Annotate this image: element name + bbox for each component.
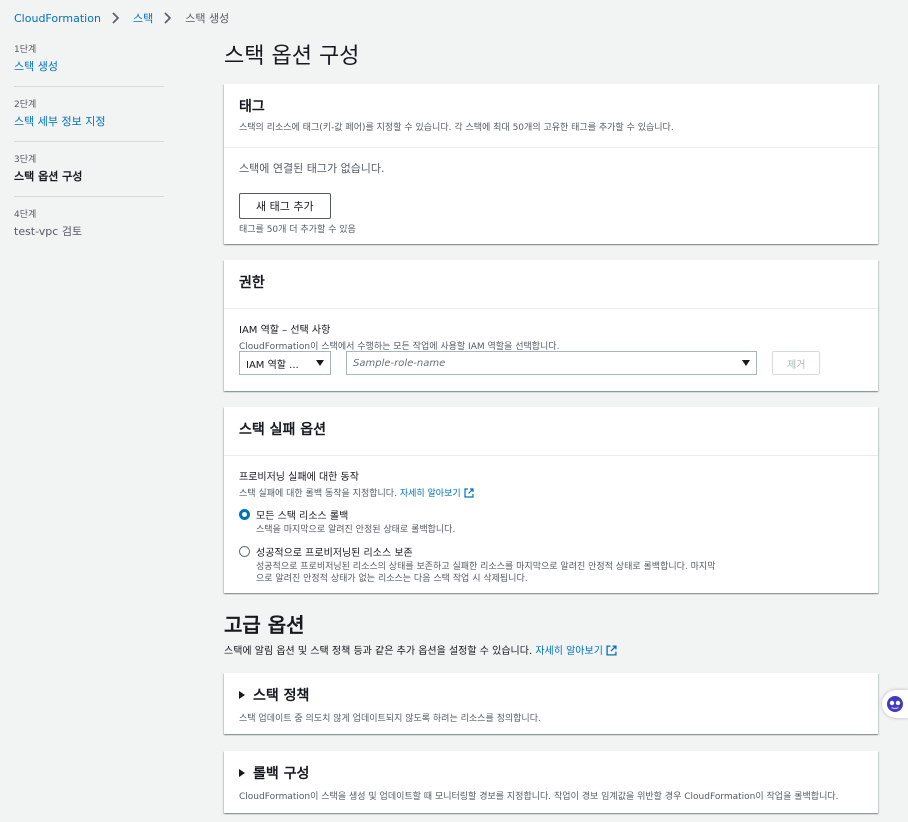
add-tag-button[interactable]: 새 태그 추가: [239, 193, 331, 219]
radio-description: 성공적으로 프로비저닝된 리소스의 상태를 보존하고 실패한 리소스를 마지막으…: [256, 562, 716, 584]
breadcrumb-cloudformation[interactable]: CloudFormation: [14, 12, 101, 25]
step-2: 2단계 스택 세부 정보 지정: [14, 97, 164, 142]
learn-more-text: 자세히 알아보기: [535, 646, 603, 657]
step-number: 4단계: [14, 210, 37, 220]
step-1: 1단계 스택 생성: [14, 42, 164, 87]
failure-behavior-label: 프로비저닝 실패에 대한 동작: [239, 472, 359, 483]
failure-behavior-description: 스택 실패에 대한 롤백 동작을 지정합니다. 자세히 알아보기: [239, 486, 863, 499]
assistant-widget[interactable]: [882, 690, 908, 718]
caret-down-icon: [742, 360, 750, 366]
rollback-config-description: CloudFormation이 스택을 생성 및 업데이트할 때 모니터링할 경…: [239, 792, 839, 802]
stack-policy-toggle[interactable]: 스택 정책: [239, 685, 863, 705]
step-link-stack-details[interactable]: 스택 세부 정보 지정: [14, 113, 164, 129]
step-number: 1단계: [14, 45, 37, 55]
permissions-panel: 권한 IAM 역할 – 선택 사항 CloudFormation이 스택에서 수…: [224, 260, 878, 391]
tags-panel: 태그 스택의 리소스에 태그(키-값 페어)를 지정할 수 있습니다. 각 스택…: [224, 84, 878, 244]
advanced-desc-text: 스택에 알림 옵션 및 스택 정책 등과 같은 추가 옵션을 설정할 수 있습니…: [224, 646, 533, 657]
radio-rollback-all[interactable]: 모든 스택 리소스 롤백 스택을 마지막으로 알려진 안정된 상태로 롤백합니다…: [239, 507, 863, 536]
radio-description: 스택을 마지막으로 알려진 안정된 상태로 롤백합니다.: [256, 525, 456, 535]
tags-empty-message: 스택에 연결된 태그가 없습니다.: [239, 162, 385, 175]
step-number: 3단계: [14, 155, 37, 165]
tags-remaining: 태그를 50개 더 추가할 수 있음: [239, 225, 356, 235]
stack-failure-panel: 스택 실패 옵션 프로비저닝 실패에 대한 동작 스택 실패에 대한 롤백 동작…: [224, 407, 878, 593]
radio-button-unchecked[interactable]: [239, 546, 250, 557]
rollback-config-toggle[interactable]: 롤백 구성: [239, 763, 863, 783]
chevron-right-icon: [161, 11, 177, 25]
learn-more-text: 자세히 알아보기: [399, 489, 461, 499]
step-link-create-stack[interactable]: 스택 생성: [14, 58, 164, 74]
wizard-steps: 1단계 스택 생성 2단계 스택 세부 정보 지정 3단계 스택 옵션 구성 4…: [14, 42, 164, 261]
stack-failure-title: 스택 실패 옵션: [239, 422, 327, 438]
step-review: test-vpc 검토: [14, 225, 83, 238]
tags-title: 태그: [239, 99, 265, 115]
iam-role-type-select[interactable]: IAM 역할 ...: [239, 351, 331, 375]
breadcrumb-current: 스택 생성: [185, 12, 230, 25]
caret-right-icon: [239, 691, 245, 699]
permissions-title: 권한: [239, 275, 265, 291]
step-number: 2단계: [14, 100, 37, 110]
advanced-options-title: 고급 옵션: [224, 613, 305, 637]
iam-role-type-value: IAM 역할 ...: [246, 359, 299, 371]
tags-description: 스택의 리소스에 태그(키-값 페어)를 지정할 수 있습니다. 각 스택에 최…: [239, 123, 674, 133]
assistant-face-icon: [887, 696, 903, 712]
stack-policy-description: 스택 업데이트 중 의도치 않게 업데이트되지 않도록 하려는 리소스를 정의합…: [239, 714, 541, 724]
caret-down-icon: [316, 360, 324, 366]
stack-policy-panel[interactable]: 스택 정책 스택 업데이트 중 의도치 않게 업데이트되지 않도록 하려는 리소…: [224, 673, 878, 734]
breadcrumb-stacks[interactable]: 스택: [133, 10, 153, 26]
external-link-icon: [464, 488, 474, 498]
step-4: 4단계 test-vpc 검토: [14, 207, 164, 251]
rollback-config-panel[interactable]: 롤백 구성 CloudFormation이 스택을 생성 및 업데이트할 때 모…: [224, 751, 878, 813]
radio-button-checked[interactable]: [239, 509, 250, 520]
radio-label: 모든 스택 리소스 롤백: [256, 511, 349, 522]
rollback-config-title: 롤백 구성: [253, 766, 310, 782]
page-title: 스택 옵션 구성: [224, 44, 360, 69]
radio-preserve-resources[interactable]: 성공적으로 프로비저닝된 리소스 보존 성공적으로 프로비저닝된 리소스의 상태…: [239, 544, 863, 585]
advanced-options-description: 스택에 알림 옵션 및 스택 정책 등과 같은 추가 옵션을 설정할 수 있습니…: [224, 642, 617, 657]
iam-role-name-placeholder: Sample-role-name: [353, 357, 446, 369]
remove-role-button[interactable]: 제거: [772, 351, 821, 375]
iam-role-label: IAM 역할 – 선택 사항: [239, 325, 331, 336]
step-current-stack-options: 스택 옵션 구성: [14, 170, 83, 183]
advanced-learn-more-link[interactable]: 자세히 알아보기: [535, 645, 617, 657]
stack-policy-title: 스택 정책: [253, 688, 310, 704]
failure-learn-more-link[interactable]: 자세히 알아보기: [399, 488, 474, 499]
failure-behavior-text: 스택 실패에 대한 롤백 동작을 지정합니다.: [239, 489, 397, 499]
breadcrumb: CloudFormation 스택 스택 생성: [14, 10, 229, 26]
step-3: 3단계 스택 옵션 구성: [14, 152, 164, 197]
iam-role-name-select[interactable]: Sample-role-name: [346, 351, 757, 375]
radio-label: 성공적으로 프로비저닝된 리소스 보존: [256, 548, 413, 559]
external-link-icon: [606, 645, 617, 656]
caret-right-icon: [239, 769, 245, 777]
chevron-right-icon: [109, 11, 125, 25]
